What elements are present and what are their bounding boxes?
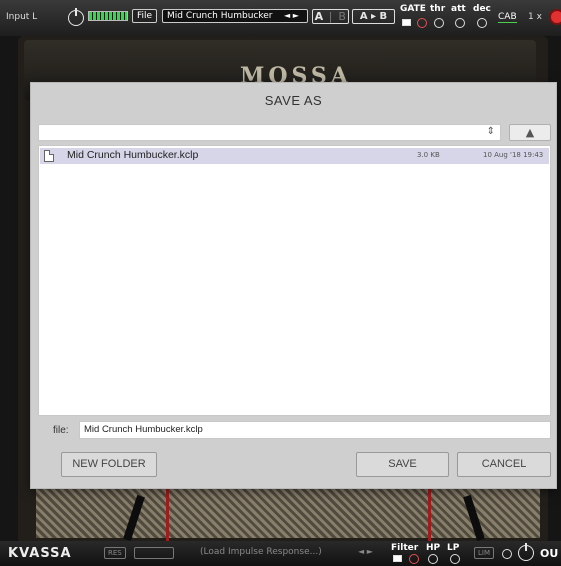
save-as-dialog: SAVE AS ⇕ ▲ Mid Crunch Humbucker.kclp 3.… (30, 82, 557, 489)
gate-toggle[interactable] (402, 19, 411, 26)
ab-a-option[interactable]: A (313, 10, 325, 23)
impulse-response-loader[interactable]: (Load Impulse Response...) (200, 547, 322, 557)
dropdown-stepper-icon[interactable]: ⇕ (487, 126, 495, 137)
dialog-title: SAVE AS (264, 93, 323, 108)
file-list[interactable]: Mid Crunch Humbucker.kclp 3.0 KB 10 Aug … (38, 145, 551, 416)
decay-knob[interactable] (477, 18, 487, 28)
threshold-label: thr (430, 4, 446, 14)
input-level-meter (88, 11, 128, 21)
parent-folder-button[interactable]: ▲ (509, 124, 551, 141)
document-icon (44, 150, 54, 162)
ab-compare-switch[interactable]: A | B (312, 9, 349, 24)
file-date: 10 Aug '18 19:43 (483, 151, 544, 159)
new-folder-button[interactable]: NEW FOLDER (61, 452, 157, 477)
decay-label: dec (473, 4, 491, 14)
threshold-knob[interactable] (434, 18, 444, 28)
limiter-indicator-icon (502, 549, 512, 559)
file-list-item[interactable]: Mid Crunch Humbucker.kclp 3.0 KB 10 Aug … (40, 148, 549, 164)
hp-label: HP (426, 543, 441, 553)
preset-nav-arrows[interactable]: ◄ ► (284, 9, 299, 23)
filter-toggle[interactable] (393, 555, 402, 562)
oversample-selector[interactable]: 1 x (528, 12, 542, 22)
file-menu-button[interactable]: File (132, 9, 158, 23)
input-gain-knob[interactable] (68, 8, 84, 26)
ir-nav-arrows[interactable]: ◄ ► (358, 547, 373, 556)
file-size: 3.0 KB (417, 151, 440, 159)
save-button[interactable]: SAVE (356, 452, 449, 477)
hp-knob[interactable] (428, 554, 438, 564)
file-name: Mid Crunch Humbucker.kclp (67, 149, 199, 161)
directory-dropdown[interactable]: ⇕ (38, 124, 501, 141)
power-icon[interactable] (549, 9, 561, 25)
gate-label: GATE (400, 4, 426, 14)
filename-label: file: (53, 425, 69, 436)
limiter-button[interactable]: LIM (474, 547, 495, 559)
ir-folder-icon[interactable] (134, 547, 174, 559)
lp-knob[interactable] (450, 554, 460, 564)
filename-input[interactable]: Mid Crunch Humbucker.kclp (79, 421, 551, 439)
up-arrow-icon: ▲ (525, 126, 535, 139)
ab-b-option[interactable]: B (336, 10, 348, 23)
gate-indicator-icon (417, 18, 427, 28)
copy-a-to-b-button[interactable]: A ▸ B (352, 9, 395, 24)
cab-toggle[interactable]: CAB (498, 12, 517, 23)
attack-label: att (451, 4, 466, 14)
kuassa-logo: KVASSA (8, 546, 72, 561)
input-channel-label[interactable]: Input L (6, 12, 37, 22)
output-gain-knob[interactable] (518, 543, 534, 561)
lp-label: LP (447, 543, 460, 553)
filter-label: Filter (391, 543, 419, 553)
ab-separator: | (328, 10, 333, 23)
output-label: OU (540, 547, 559, 560)
cancel-button[interactable]: CANCEL (457, 452, 551, 477)
bottom-toolbar: KVASSA RES (Load Impulse Response...) ◄ … (0, 541, 561, 566)
attack-knob[interactable] (455, 18, 465, 28)
filter-indicator-icon (409, 554, 419, 564)
top-toolbar: Input L File Mid Crunch Humbucker ◄ ► A … (0, 0, 561, 36)
res-button[interactable]: RES (104, 547, 126, 559)
